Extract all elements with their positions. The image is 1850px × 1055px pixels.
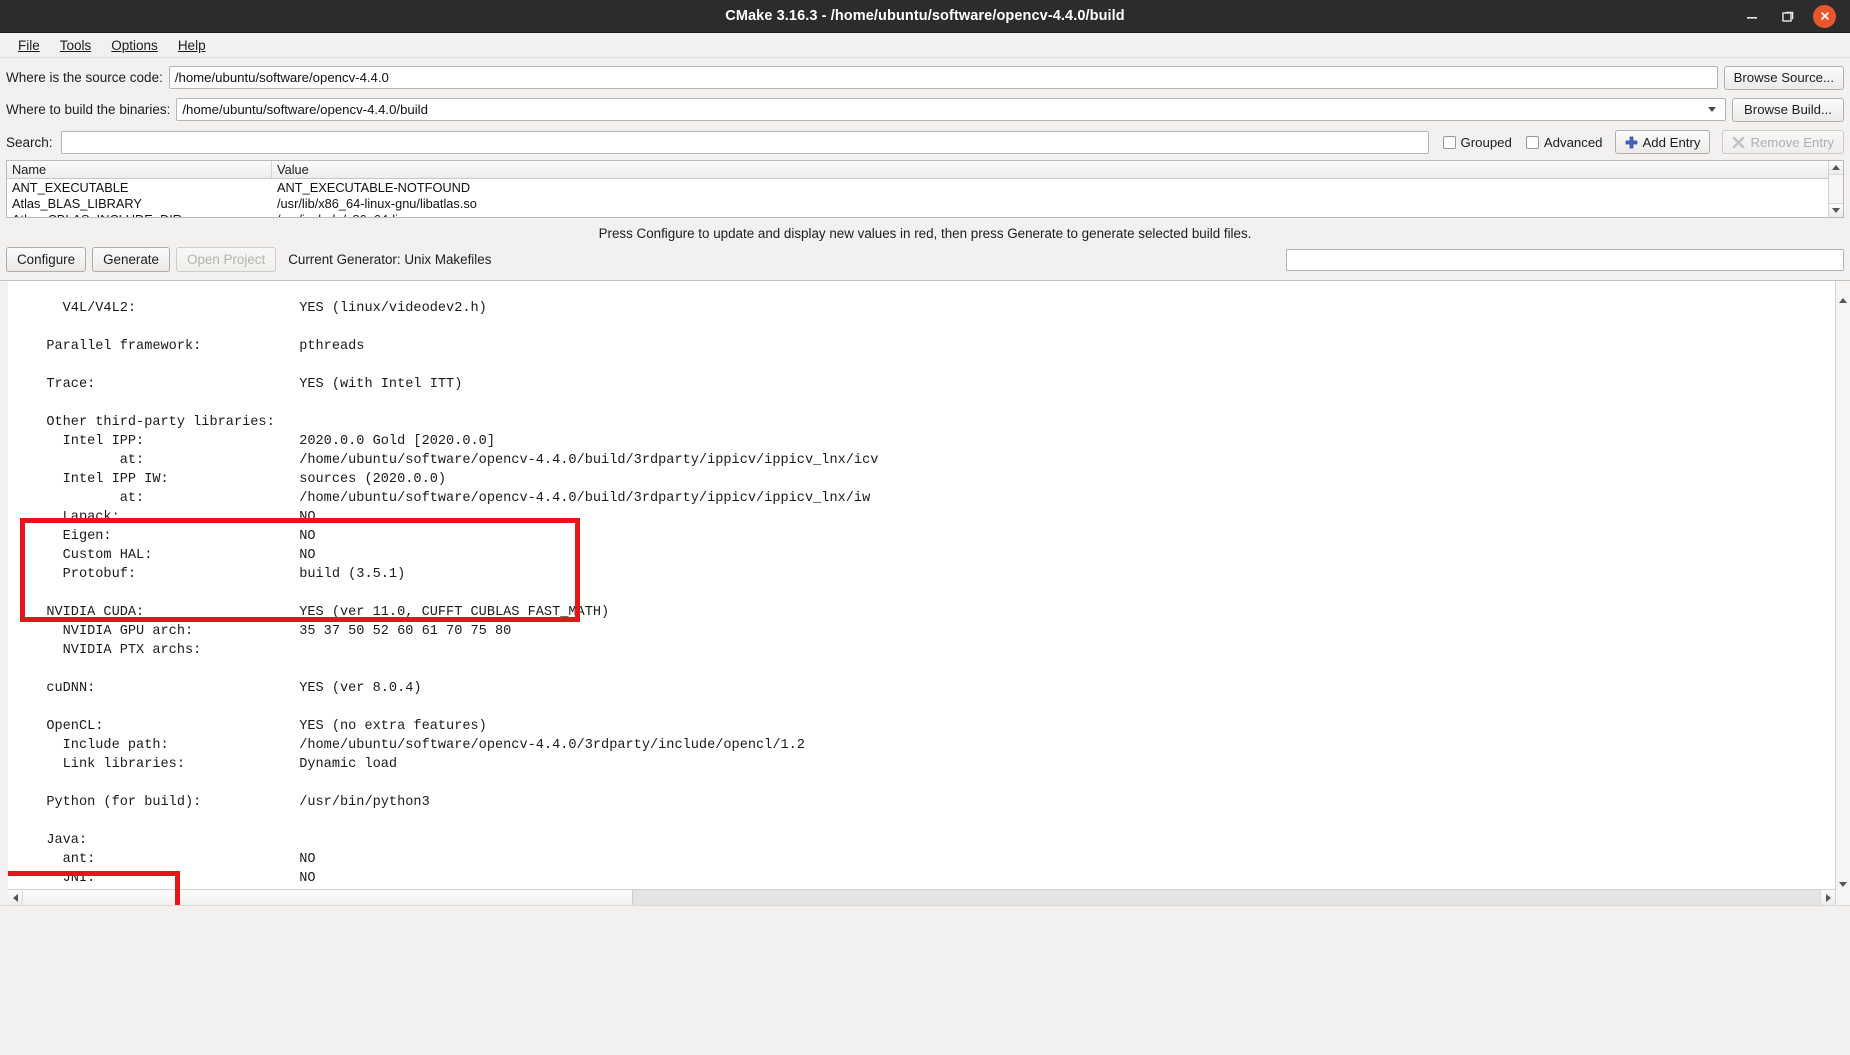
progress-bar (1286, 248, 1844, 271)
column-header-name[interactable]: Name (7, 161, 272, 178)
output-log-panel: ······ V4L/V4L2: YES (linux/videodev2.h)… (0, 280, 1850, 905)
source-path-label: Where is the source code: (6, 70, 163, 85)
advanced-checkbox-label: Advanced (1543, 134, 1603, 150)
table-row[interactable]: Atlas_CBLAS_INCLUDE_DIR /usr/include/x86… (7, 211, 1828, 218)
cache-table-scrollbar[interactable] (1828, 161, 1843, 217)
minimize-icon[interactable] (1741, 5, 1763, 27)
cache-table-body[interactable]: Name Value ANT_EXECUTABLE ANT_EXECUTABLE… (7, 161, 1828, 217)
remove-entry-label: Remove Entry (1750, 134, 1834, 150)
search-label: Search: (6, 134, 53, 150)
source-path-input[interactable]: /home/ubuntu/software/opencv-4.4.0 (168, 66, 1718, 89)
source-path-row: Where is the source code: /home/ubuntu/s… (6, 64, 1844, 91)
build-path-label: Where to build the binaries: (6, 102, 171, 117)
cache-entry-value: /usr/include/x86_64-linux-gnu (272, 212, 1828, 218)
window-titlebar[interactable]: CMake 3.16.3 - /home/ubuntu/software/ope… (0, 0, 1850, 33)
table-row[interactable]: ANT_EXECUTABLE ANT_EXECUTABLE-NOTFOUND (7, 179, 1828, 195)
build-path-row: Where to build the binaries: /home/ubunt… (6, 96, 1844, 123)
cache-entry-name: Atlas_BLAS_LIBRARY (12, 195, 142, 211)
output-log-text: V4L/V4L2: YES (linux/videodev2.h) Parall… (46, 300, 879, 905)
plus-icon (1625, 136, 1637, 148)
grouped-checkbox[interactable]: Grouped (1442, 134, 1512, 150)
log-scroll-down-icon[interactable] (1839, 882, 1847, 905)
cache-table-header: Name Value (7, 161, 1828, 179)
grouped-checkbox-label: Grouped (1460, 134, 1512, 150)
add-entry-button[interactable]: Add Entry (1614, 130, 1711, 154)
output-log-hscrollbar[interactable] (8, 889, 1835, 905)
menu-tools-label: Tools (59, 37, 92, 53)
hscroll-thumb[interactable] (23, 890, 633, 905)
search-row: Search: Grouped Advanced Add Entry Remov… (0, 128, 1850, 156)
configure-button[interactable]: Configure (6, 247, 87, 272)
add-entry-label: Add Entry (1642, 134, 1701, 150)
advanced-checkbox-box[interactable] (1525, 135, 1539, 149)
status-bar (0, 905, 1850, 927)
browse-build-button[interactable]: Browse Build... (1732, 97, 1844, 122)
scroll-right-icon[interactable] (1820, 890, 1835, 905)
window-title: CMake 3.16.3 - /home/ubuntu/software/ope… (725, 8, 1125, 24)
menu-item-file[interactable]: File (8, 36, 50, 55)
menu-help-label: Help (177, 37, 206, 53)
browse-source-button[interactable]: Browse Source... (1723, 65, 1844, 90)
remove-entry-button: Remove Entry (1722, 130, 1844, 154)
source-path-value: /home/ubuntu/software/opencv-4.4.0 (174, 70, 389, 85)
advanced-checkbox[interactable]: Advanced (1525, 134, 1603, 150)
window-controls (1741, 0, 1844, 32)
generate-button[interactable]: Generate (92, 247, 171, 272)
maximize-icon[interactable] (1777, 5, 1799, 27)
column-header-value[interactable]: Value (272, 161, 1828, 178)
current-generator-label: Current Generator: Unix Makefiles (288, 252, 492, 267)
menu-item-options[interactable]: Options (101, 36, 168, 55)
status-message: Press Configure to update and display ne… (598, 226, 1252, 241)
log-scroll-up-icon[interactable] (1839, 281, 1847, 303)
search-input[interactable] (60, 130, 1429, 154)
menu-item-help[interactable]: Help (168, 36, 216, 55)
cache-entries-table: Name Value ANT_EXECUTABLE ANT_EXECUTABLE… (6, 160, 1844, 218)
scroll-left-icon[interactable] (8, 890, 23, 905)
cache-entry-value: /usr/lib/x86_64-linux-gnu/libatlas.so (277, 195, 477, 211)
output-log-body[interactable]: V4L/V4L2: YES (linux/videodev2.h) Parall… (0, 281, 1835, 905)
cache-entry-value: ANT_EXECUTABLE-NOTFOUND (277, 179, 471, 195)
scroll-down-icon[interactable] (1829, 203, 1843, 217)
menu-file-label: File (18, 37, 40, 53)
path-section: Where is the source code: /home/ubuntu/s… (0, 58, 1850, 123)
scroll-up-icon[interactable] (1829, 161, 1843, 175)
grouped-checkbox-box[interactable] (1442, 135, 1456, 149)
close-icon[interactable] (1813, 4, 1836, 28)
table-row[interactable]: Atlas_BLAS_LIBRARY /usr/lib/x86_64-linux… (7, 195, 1828, 211)
menu-item-tools[interactable]: Tools (50, 36, 102, 55)
build-path-value: /home/ubuntu/software/opencv-4.4.0/build (182, 102, 428, 117)
remove-x-icon (1733, 136, 1745, 148)
cache-entry-name: ANT_EXECUTABLE (12, 179, 129, 195)
menu-options-label: Options (111, 37, 158, 53)
menu-bar: File Tools Options Help (0, 33, 1850, 58)
chevron-down-icon[interactable] (1704, 107, 1720, 112)
cache-entry-name: Atlas_CBLAS_INCLUDE_DIR (7, 212, 272, 218)
output-log-vscrollbar[interactable] (1835, 281, 1850, 905)
build-path-combobox[interactable]: /home/ubuntu/software/opencv-4.4.0/build (176, 98, 1726, 121)
action-button-row: Configure Generate Open Project Current … (0, 247, 1850, 280)
open-project-button: Open Project (176, 247, 277, 272)
